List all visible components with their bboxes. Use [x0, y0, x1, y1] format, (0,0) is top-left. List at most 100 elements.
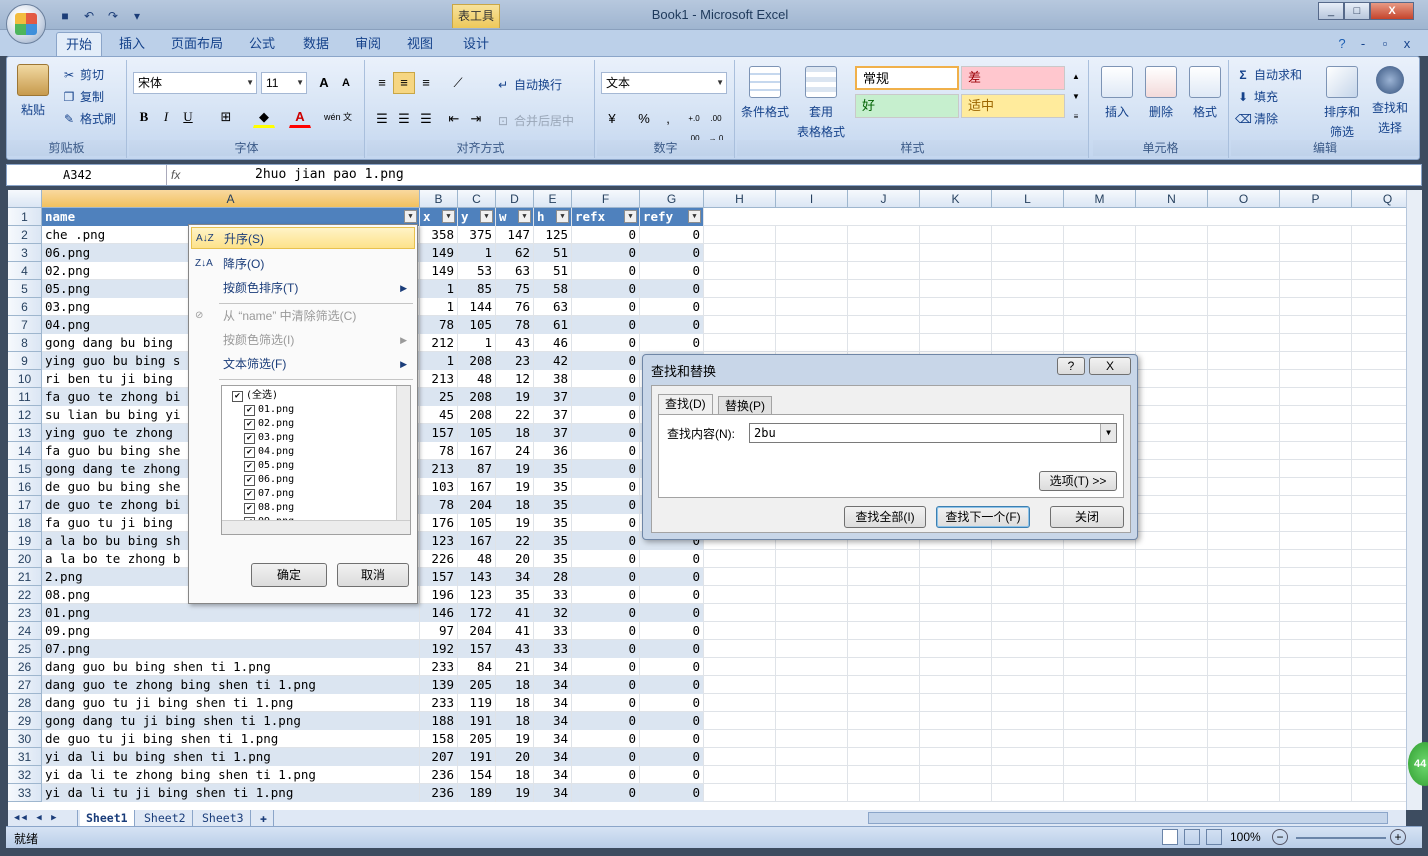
tab-find[interactable]: 查找(D): [658, 394, 713, 414]
empty-cell[interactable]: [1352, 712, 1406, 730]
empty-cell[interactable]: [1208, 676, 1280, 694]
value-cell[interactable]: 0: [640, 586, 704, 604]
find-all-button[interactable]: 查找全部(I): [844, 506, 926, 528]
filter-list-item[interactable]: ✔ (全选): [232, 389, 278, 403]
value-cell[interactable]: 213: [420, 370, 458, 388]
value-cell[interactable]: 87: [458, 460, 496, 478]
empty-cell[interactable]: [776, 262, 848, 280]
empty-cell[interactable]: [1208, 766, 1280, 784]
empty-cell[interactable]: [1352, 748, 1406, 766]
empty-cell[interactable]: [1208, 604, 1280, 622]
value-cell[interactable]: 157: [420, 424, 458, 442]
filter-list-item[interactable]: ✔ 02.png: [244, 417, 294, 431]
header-cell[interactable]: h ▼: [534, 208, 572, 226]
empty-cell[interactable]: [848, 604, 920, 622]
filter-list-item[interactable]: ✔ 05.png: [244, 459, 294, 473]
empty-cell[interactable]: [1136, 532, 1208, 550]
value-cell[interactable]: 1: [420, 352, 458, 370]
empty-cell[interactable]: [1136, 766, 1208, 784]
find-next-button[interactable]: 查找下一个(F): [936, 506, 1030, 528]
value-cell[interactable]: 103: [420, 478, 458, 496]
value-cell[interactable]: 0: [572, 478, 640, 496]
empty-cell[interactable]: [1208, 658, 1280, 676]
sort-by-color-item[interactable]: 按颜色排序(T) ▶: [191, 277, 415, 299]
filter-list-item[interactable]: ✔ 07.png: [244, 487, 294, 501]
paste-button[interactable]: 粘贴: [13, 64, 53, 118]
tab-formulas[interactable]: 公式: [240, 32, 284, 56]
empty-cell[interactable]: [848, 568, 920, 586]
value-cell[interactable]: 18: [496, 496, 534, 514]
value-cell[interactable]: 0: [572, 514, 640, 532]
empty-cell[interactable]: [704, 586, 776, 604]
empty-cell[interactable]: [848, 334, 920, 352]
column-header[interactable]: E: [534, 190, 572, 208]
empty-cell[interactable]: [704, 334, 776, 352]
normal-view-icon[interactable]: [1162, 829, 1178, 845]
row-header[interactable]: 18: [8, 514, 42, 532]
empty-cell[interactable]: [704, 658, 776, 676]
value-cell[interactable]: 167: [458, 478, 496, 496]
value-cell[interactable]: 63: [496, 262, 534, 280]
value-cell[interactable]: 43: [496, 334, 534, 352]
empty-cell[interactable]: [1280, 226, 1352, 244]
align-center-icon[interactable]: ☰: [393, 108, 415, 130]
empty-cell[interactable]: [1064, 586, 1136, 604]
value-cell[interactable]: 0: [572, 694, 640, 712]
empty-cell[interactable]: [1280, 676, 1352, 694]
column-header[interactable]: H: [704, 190, 776, 208]
column-header[interactable]: M: [1064, 190, 1136, 208]
tab-replace[interactable]: 替换(P): [718, 396, 772, 416]
value-cell[interactable]: 0: [572, 604, 640, 622]
empty-cell[interactable]: [1352, 640, 1406, 658]
empty-cell[interactable]: [1280, 784, 1352, 802]
empty-cell[interactable]: [704, 604, 776, 622]
customize-qat-icon[interactable]: ▾: [128, 7, 146, 25]
empty-cell[interactable]: [1352, 586, 1406, 604]
value-cell[interactable]: 97: [420, 622, 458, 640]
filter-list-hscrollbar[interactable]: [222, 520, 410, 534]
column-header[interactable]: J: [848, 190, 920, 208]
empty-cell[interactable]: [1352, 532, 1406, 550]
header-cell[interactable]: refx ▼: [572, 208, 640, 226]
empty-cell[interactable]: [992, 244, 1064, 262]
value-cell[interactable]: 208: [458, 388, 496, 406]
value-cell[interactable]: 167: [458, 532, 496, 550]
undo-icon[interactable]: ↶: [80, 7, 98, 25]
value-cell[interactable]: 172: [458, 604, 496, 622]
empty-cell[interactable]: [992, 730, 1064, 748]
filter-dropdown-icon[interactable]: ▼: [556, 210, 569, 223]
empty-cell[interactable]: [1352, 622, 1406, 640]
value-cell[interactable]: 0: [572, 442, 640, 460]
value-cell[interactable]: 37: [534, 406, 572, 424]
filter-value-list[interactable]: ✔ (全选) ✔ 01.png ✔ 02.png ✔ 03.png ✔ 04.png ✔ 05.png…: [221, 385, 411, 535]
name-box[interactable]: A342: [7, 165, 167, 185]
empty-cell[interactable]: [776, 586, 848, 604]
header-cell[interactable]: x ▼: [420, 208, 458, 226]
name-cell[interactable]: dang guo bu bing shen ti 1.png: [42, 658, 420, 676]
find-select-button[interactable]: 查找和 选择: [1367, 66, 1413, 136]
empty-cell[interactable]: [704, 622, 776, 640]
row-header[interactable]: 3: [8, 244, 42, 262]
value-cell[interactable]: 0: [640, 676, 704, 694]
empty-cell[interactable]: [848, 694, 920, 712]
empty-cell[interactable]: [1136, 730, 1208, 748]
align-top-icon[interactable]: ≡: [371, 72, 393, 94]
column-header[interactable]: B: [420, 190, 458, 208]
value-cell[interactable]: 24: [496, 442, 534, 460]
empty-cell[interactable]: [704, 676, 776, 694]
value-cell[interactable]: 1: [458, 244, 496, 262]
dialog-help-button[interactable]: ?: [1057, 357, 1085, 375]
empty-cell[interactable]: [1136, 298, 1208, 316]
empty-cell[interactable]: [776, 622, 848, 640]
empty-cell[interactable]: [1352, 280, 1406, 298]
name-cell[interactable]: de guo tu ji bing shen ti 1.png: [42, 730, 420, 748]
horizontal-scrollbar[interactable]: [868, 812, 1388, 824]
value-cell[interactable]: 208: [458, 352, 496, 370]
empty-cell[interactable]: [1352, 550, 1406, 568]
sheet-navigation-icon[interactable]: ◀◀ ◀ ▶ ▶▶: [8, 810, 78, 839]
value-cell[interactable]: 0: [640, 622, 704, 640]
value-cell[interactable]: 33: [534, 586, 572, 604]
empty-cell[interactable]: [1208, 334, 1280, 352]
value-cell[interactable]: 0: [572, 640, 640, 658]
value-cell[interactable]: 45: [420, 406, 458, 424]
